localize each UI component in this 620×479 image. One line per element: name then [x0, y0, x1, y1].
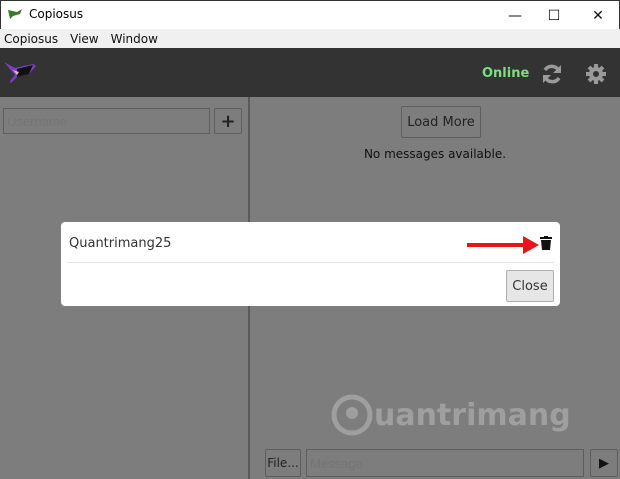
- watermark-text: uantrimang: [374, 397, 571, 433]
- add-contact-button[interactable]: +: [214, 108, 242, 134]
- watermark: uantrimang: [330, 393, 571, 437]
- trash-icon[interactable]: [540, 236, 552, 250]
- maximize-button[interactable]: ☐: [531, 1, 577, 30]
- close-window-button[interactable]: ✕: [575, 1, 620, 30]
- bird-logo-icon: [4, 62, 36, 83]
- contact-name: Quantrimang25: [69, 236, 172, 251]
- empty-messages-text: No messages available.: [363, 147, 507, 161]
- title-bar: Copiosus — ☐ ✕: [0, 0, 620, 29]
- menu-view[interactable]: View: [70, 32, 98, 46]
- message-input[interactable]: [306, 449, 584, 477]
- dialog-divider: [67, 262, 554, 263]
- settings-gear-icon[interactable]: [585, 63, 607, 85]
- close-dialog-button[interactable]: Close: [506, 270, 554, 302]
- refresh-icon[interactable]: [541, 63, 563, 85]
- file-button[interactable]: File...: [265, 449, 301, 477]
- menu-window[interactable]: Window: [111, 32, 158, 46]
- window-title: Copiosus: [29, 7, 84, 21]
- watermark-bulb-icon: [331, 394, 373, 436]
- menu-bar: Copiosus View Window: [0, 29, 620, 48]
- app-logo-icon: [8, 9, 22, 19]
- contact-dialog: Quantrimang25 Close: [61, 222, 560, 306]
- connection-status: Online: [482, 66, 530, 81]
- red-arrow-annotation: [467, 236, 539, 254]
- send-button[interactable]: ▶: [590, 449, 618, 477]
- menu-copiosus[interactable]: Copiosus: [4, 32, 58, 46]
- username-input[interactable]: [3, 108, 210, 134]
- load-more-button[interactable]: Load More: [401, 106, 481, 138]
